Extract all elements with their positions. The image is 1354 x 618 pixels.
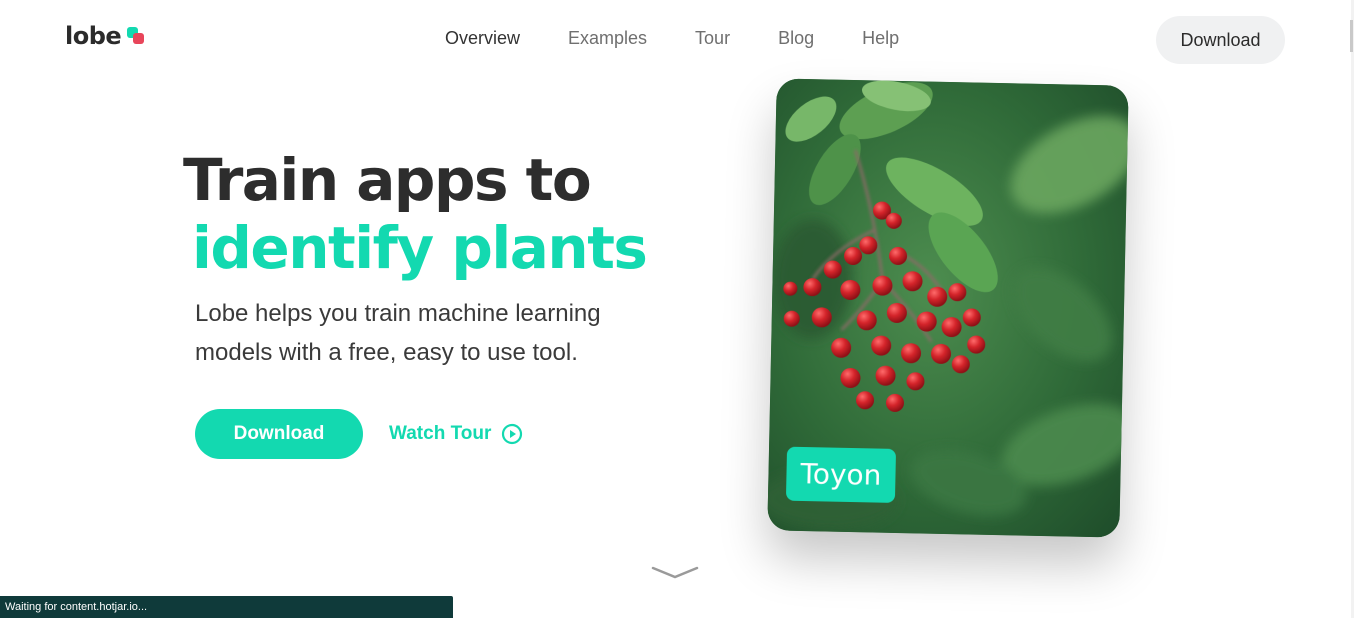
play-circle-icon <box>502 423 523 445</box>
browser-status-bar: Waiting for content.hotjar.io... <box>0 596 453 618</box>
header-download-button[interactable]: Download <box>1156 16 1285 64</box>
nav-overview[interactable]: Overview <box>445 28 520 49</box>
hero-subtitle: Lobe helps you train machine learning mo… <box>195 300 601 366</box>
scrollbar-thumb[interactable] <box>1350 20 1353 52</box>
hero-title-line-1: Train apps to <box>183 146 592 214</box>
logo-wordmark: lobe <box>65 22 122 50</box>
plant-image-card: Toyon <box>767 78 1129 538</box>
chevron-down-icon[interactable] <box>651 564 699 580</box>
nav-help[interactable]: Help <box>862 28 899 49</box>
nav-examples[interactable]: Examples <box>568 28 647 49</box>
prediction-label: Toyon <box>785 446 896 503</box>
logo-mark-icon <box>125 25 147 47</box>
watch-tour-link[interactable]: Watch Tour <box>389 423 523 445</box>
watch-tour-label: Watch Tour <box>389 423 492 444</box>
top-nav: Overview Examples Tour Blog Help <box>445 28 947 49</box>
page: lobe Overview Examples Tour Blog Help Do… <box>0 0 1354 618</box>
nav-blog[interactable]: Blog <box>778 28 814 49</box>
hero-title-line-2: identify plants <box>192 214 648 282</box>
nav-tour[interactable]: Tour <box>695 28 730 49</box>
hero-download-button[interactable]: Download <box>195 409 363 459</box>
lobe-logo[interactable]: lobe <box>65 22 147 50</box>
